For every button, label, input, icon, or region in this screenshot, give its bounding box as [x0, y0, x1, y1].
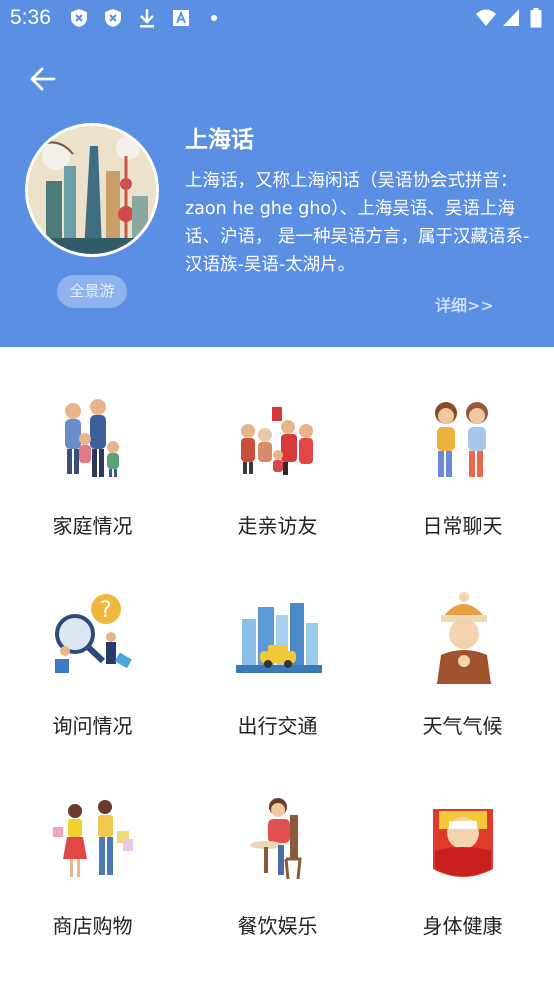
category-item[interactable]: 日常聊天	[370, 347, 554, 538]
shopping-couple-illustration	[52, 800, 133, 877]
text-app-icon	[173, 10, 189, 26]
city-description: 上海话，又称上海闲话（吴语协会式拼音：zaon he ghe gho）、上海吴语…	[185, 171, 530, 275]
category-item[interactable]: 走亲访友	[185, 347, 370, 538]
shield-icon	[71, 9, 87, 27]
category-label: 家庭情况	[52, 514, 133, 538]
city-taxi-illustration	[235, 603, 322, 673]
category-label: 天气气候	[422, 714, 503, 738]
magnifier-question-illustration: ?	[54, 594, 132, 673]
city-avatar[interactable]	[25, 123, 159, 257]
panorama-button[interactable]: 全景游	[57, 275, 127, 308]
sick-in-bed-illustration	[432, 809, 493, 877]
shield-icon	[105, 9, 121, 27]
daily-chat-illustration	[434, 402, 488, 477]
download-icon	[140, 9, 154, 28]
category-item[interactable]: 出行交通	[185, 547, 370, 738]
battery-icon	[530, 8, 542, 28]
category-label: 出行交通	[237, 714, 318, 738]
wifi-icon	[476, 9, 496, 26]
category-label: 走亲访友	[237, 514, 318, 538]
category-item[interactable]: ? 询问情况	[0, 547, 185, 738]
category-label: 餐饮娱乐	[237, 914, 318, 938]
svg-text:?: ?	[100, 598, 112, 623]
category-item[interactable]: 身体健康	[370, 747, 554, 938]
details-link[interactable]: 详细>>	[435, 292, 494, 316]
category-item[interactable]: 商店购物	[0, 747, 185, 938]
city-header: 5:36 全景游 上海话 上海话，又称上海闲话（吴语协会式拼音：zaon he …	[0, 0, 554, 347]
family-illustration	[64, 399, 119, 477]
category-item[interactable]: 餐饮娱乐	[185, 747, 370, 938]
dot-icon	[211, 15, 217, 21]
shanghai-skyline-illustration	[28, 126, 156, 254]
dining-illustration	[249, 798, 302, 880]
back-arrow-icon[interactable]	[26, 62, 60, 96]
status-time: 5:36	[10, 6, 51, 29]
status-bar: 5:36	[0, 0, 554, 38]
category-item[interactable]: 天气气候	[370, 547, 554, 738]
visiting-relatives-illustration	[240, 407, 313, 475]
category-item[interactable]: 家庭情况	[0, 347, 185, 538]
category-label: 身体健康	[422, 914, 503, 938]
city-title: 上海话	[185, 127, 254, 153]
cold-weather-illustration	[436, 592, 491, 684]
category-label: 日常聊天	[422, 514, 503, 538]
category-label: 询问情况	[52, 714, 133, 738]
signal-icon	[503, 9, 519, 26]
category-label: 商店购物	[52, 914, 133, 938]
